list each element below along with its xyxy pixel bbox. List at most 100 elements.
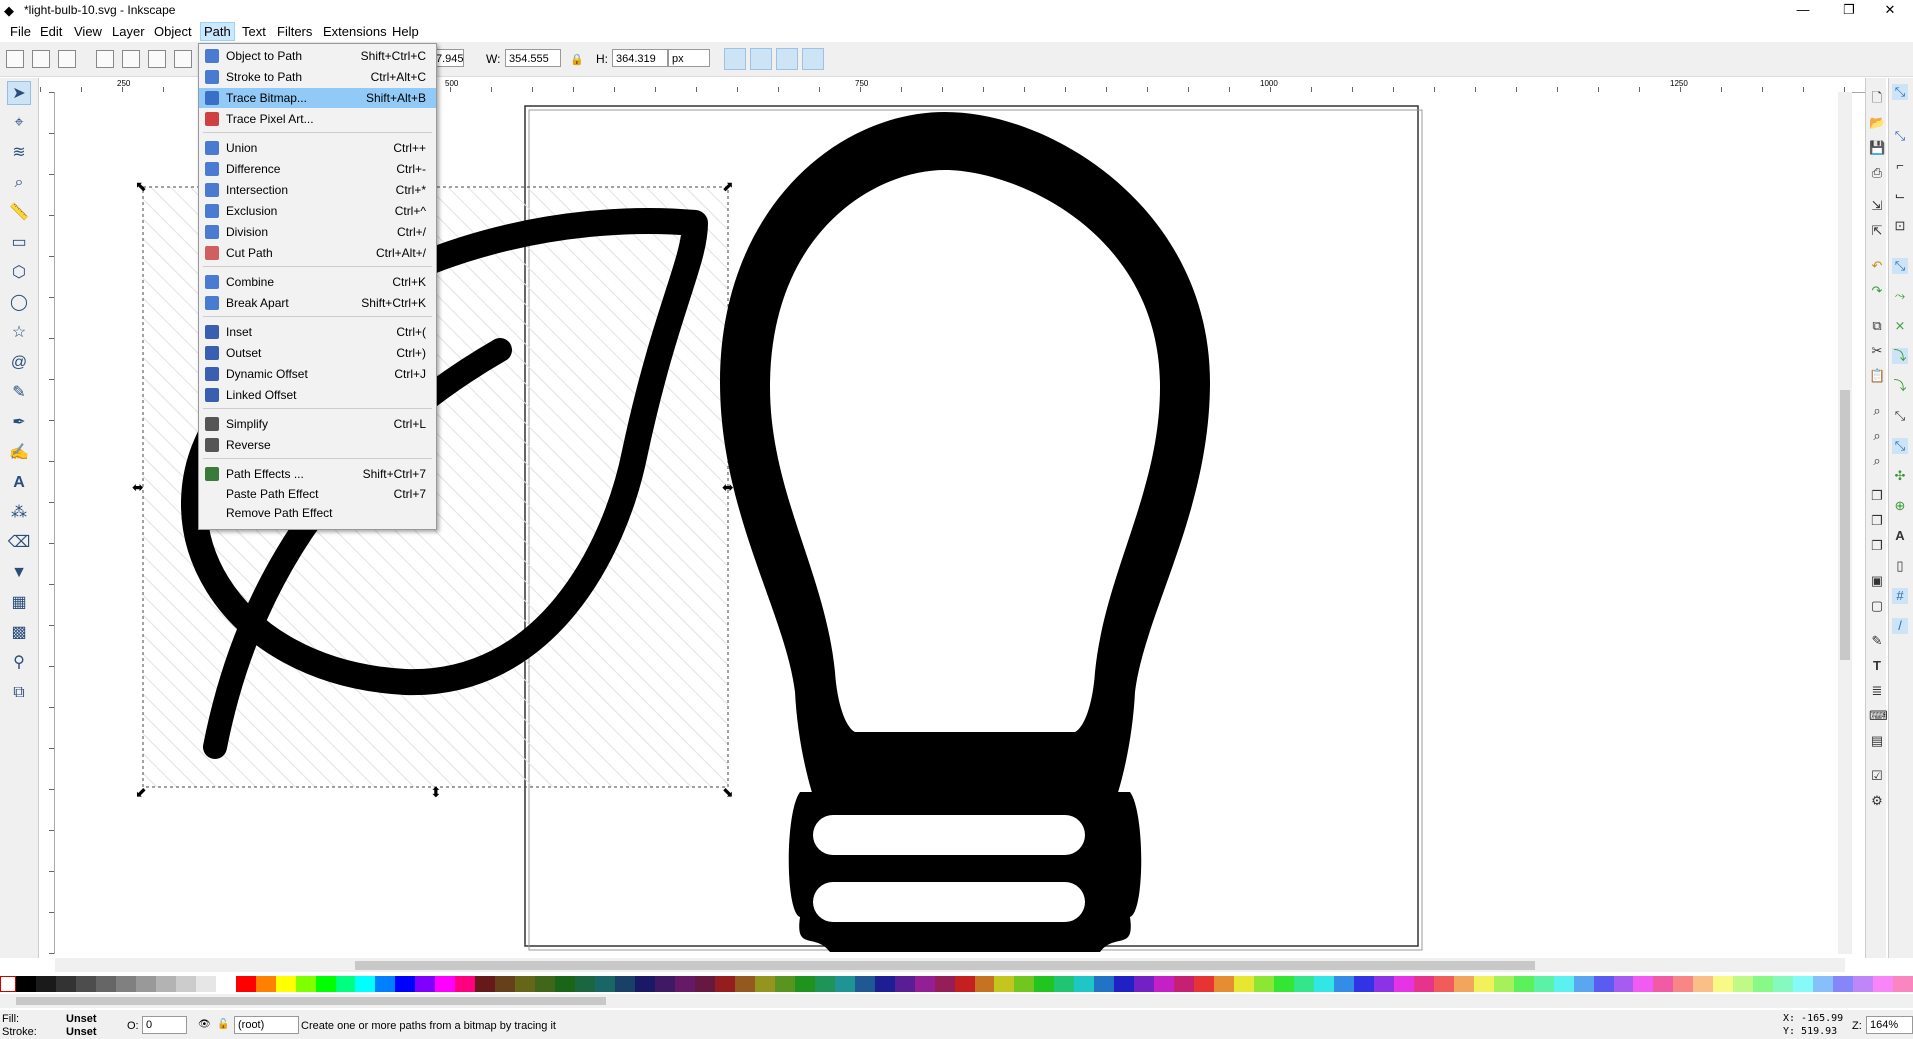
color-swatch[interactable] bbox=[1753, 976, 1774, 992]
color-swatch[interactable] bbox=[1733, 976, 1754, 992]
snap-bbox-corner-icon[interactable]: ⌙ bbox=[1892, 188, 1908, 204]
color-swatch[interactable] bbox=[295, 976, 316, 992]
path-menu-item[interactable]: Inset Ctrl+( bbox=[199, 322, 436, 342]
path-menu-item[interactable]: Simplify Ctrl+L bbox=[199, 414, 436, 434]
color-swatch[interactable] bbox=[575, 976, 596, 992]
color-swatch[interactable] bbox=[1154, 976, 1175, 992]
save-icon[interactable]: 💾 bbox=[1869, 140, 1885, 156]
snap-bbox-edge-icon[interactable]: ⌐ bbox=[1892, 158, 1908, 174]
fill-stroke-icon[interactable]: ✎ bbox=[1869, 633, 1885, 649]
color-swatch[interactable] bbox=[1034, 976, 1055, 992]
gradient-tool-icon[interactable]: ▦ bbox=[7, 591, 31, 615]
snap-toggle-icon[interactable]: ⤡ bbox=[1892, 84, 1908, 100]
print-icon[interactable]: ⎙ bbox=[1869, 165, 1885, 181]
color-swatch[interactable] bbox=[55, 976, 76, 992]
color-swatch[interactable] bbox=[1134, 976, 1155, 992]
menu-view[interactable]: View bbox=[71, 24, 105, 39]
undo-icon[interactable]: ↶ bbox=[1869, 258, 1885, 274]
deselect-icon[interactable] bbox=[58, 50, 76, 68]
color-swatch[interactable] bbox=[1833, 976, 1854, 992]
color-swatch[interactable] bbox=[1713, 976, 1734, 992]
snap-page-icon[interactable]: ▯ bbox=[1892, 558, 1908, 574]
menu-help[interactable]: Help bbox=[389, 24, 422, 39]
selector-tool-icon[interactable]: ➤ bbox=[7, 81, 31, 105]
spiral-tool-icon[interactable]: @ bbox=[7, 351, 31, 375]
color-swatch[interactable] bbox=[615, 976, 636, 992]
color-swatch[interactable] bbox=[1813, 976, 1834, 992]
color-swatch[interactable] bbox=[1653, 976, 1674, 992]
dropper-tool-icon[interactable]: ⚲ bbox=[7, 651, 31, 675]
color-swatch[interactable] bbox=[395, 976, 416, 992]
color-swatch[interactable] bbox=[714, 976, 735, 992]
path-menu-item[interactable]: Combine Ctrl+K bbox=[199, 272, 436, 292]
mesh-tool-icon[interactable]: ▩ bbox=[7, 621, 31, 645]
menu-extensions[interactable]: Extensions bbox=[320, 24, 390, 39]
snap-grid-icon[interactable]: # bbox=[1892, 588, 1908, 604]
color-swatch[interactable] bbox=[475, 976, 496, 992]
color-swatch[interactable] bbox=[355, 976, 376, 992]
color-swatch[interactable] bbox=[1074, 976, 1095, 992]
color-swatch[interactable] bbox=[794, 976, 815, 992]
color-swatch[interactable] bbox=[1174, 976, 1195, 992]
snap-rotation-center-icon[interactable]: ⊕ bbox=[1892, 498, 1908, 514]
color-swatch[interactable] bbox=[235, 976, 256, 992]
snap-bbox-icon[interactable]: ⤡ bbox=[1892, 128, 1908, 144]
vertical-scroll-thumb[interactable] bbox=[1840, 390, 1850, 660]
color-swatch[interactable] bbox=[415, 976, 436, 992]
align-distribute-icon[interactable]: ▤ bbox=[1869, 733, 1885, 749]
color-swatch[interactable] bbox=[1054, 976, 1075, 992]
path-menu-item[interactable]: Trace Bitmap... Shift+Alt+B bbox=[199, 88, 436, 108]
rotate-ccw-icon[interactable] bbox=[96, 50, 114, 68]
color-swatch[interactable] bbox=[515, 976, 536, 992]
flip-vertical-icon[interactable] bbox=[174, 50, 192, 68]
color-swatch[interactable] bbox=[215, 976, 236, 992]
path-menu-item[interactable]: Reverse bbox=[199, 435, 436, 455]
lock-icon[interactable]: 🔒 bbox=[570, 53, 584, 66]
document-properties-icon[interactable]: ⚙ bbox=[1869, 793, 1885, 809]
color-swatch[interactable] bbox=[1893, 976, 1913, 992]
layer-select[interactable]: (root) bbox=[234, 1016, 299, 1034]
color-swatch[interactable] bbox=[35, 976, 56, 992]
menu-text[interactable]: Text bbox=[239, 24, 269, 39]
color-swatch[interactable] bbox=[1613, 976, 1634, 992]
zoom-field[interactable]: 164% bbox=[1866, 1016, 1913, 1034]
color-swatch[interactable] bbox=[1633, 976, 1654, 992]
color-swatch[interactable] bbox=[754, 976, 775, 992]
path-menu-item[interactable]: Remove Path Effect bbox=[199, 503, 436, 523]
color-swatch[interactable] bbox=[95, 976, 116, 992]
color-swatch[interactable] bbox=[1573, 976, 1594, 992]
clone-icon[interactable]: ❐ bbox=[1869, 513, 1885, 529]
copy-icon[interactable]: ⧉ bbox=[1869, 318, 1885, 334]
color-swatch[interactable] bbox=[135, 976, 156, 992]
visibility-eye-icon[interactable]: 👁 bbox=[198, 1019, 211, 1030]
paste-icon[interactable]: 📋 bbox=[1869, 368, 1885, 384]
color-swatch[interactable] bbox=[814, 976, 835, 992]
color-swatch[interactable] bbox=[335, 976, 356, 992]
select-all-layers-icon[interactable] bbox=[32, 50, 50, 68]
menu-object[interactable]: Object bbox=[151, 24, 195, 39]
color-swatch[interactable] bbox=[1533, 976, 1554, 992]
snap-text-baseline-icon[interactable]: A bbox=[1892, 528, 1908, 544]
color-swatch[interactable] bbox=[1553, 976, 1574, 992]
text-font-icon[interactable]: T bbox=[1869, 658, 1885, 674]
snap-guide-icon[interactable]: / bbox=[1892, 618, 1908, 634]
snap-path-icon[interactable]: ⤳ bbox=[1892, 288, 1908, 304]
color-swatch[interactable] bbox=[16, 976, 36, 992]
color-swatch[interactable] bbox=[255, 976, 276, 992]
group-icon[interactable]: ▣ bbox=[1869, 573, 1885, 589]
color-swatch[interactable] bbox=[75, 976, 96, 992]
menu-filters[interactable]: Filters bbox=[274, 24, 315, 39]
color-swatch[interactable] bbox=[694, 976, 715, 992]
color-swatch[interactable] bbox=[1873, 976, 1894, 992]
menu-layer[interactable]: Layer bbox=[109, 24, 148, 39]
color-swatch[interactable] bbox=[1473, 976, 1494, 992]
color-swatch[interactable] bbox=[954, 976, 975, 992]
width-field[interactable]: 354.555 bbox=[505, 49, 561, 67]
color-swatch[interactable] bbox=[175, 976, 196, 992]
scale-stroke-icon[interactable] bbox=[724, 48, 746, 70]
path-menu-item[interactable]: Break Apart Shift+Ctrl+K bbox=[199, 293, 436, 313]
color-swatch[interactable] bbox=[1513, 976, 1534, 992]
tweak-tool-icon[interactable]: ≋ bbox=[7, 141, 31, 165]
stroke-value[interactable]: Unset bbox=[66, 1026, 97, 1038]
path-menu-item[interactable]: Outset Ctrl+) bbox=[199, 343, 436, 363]
